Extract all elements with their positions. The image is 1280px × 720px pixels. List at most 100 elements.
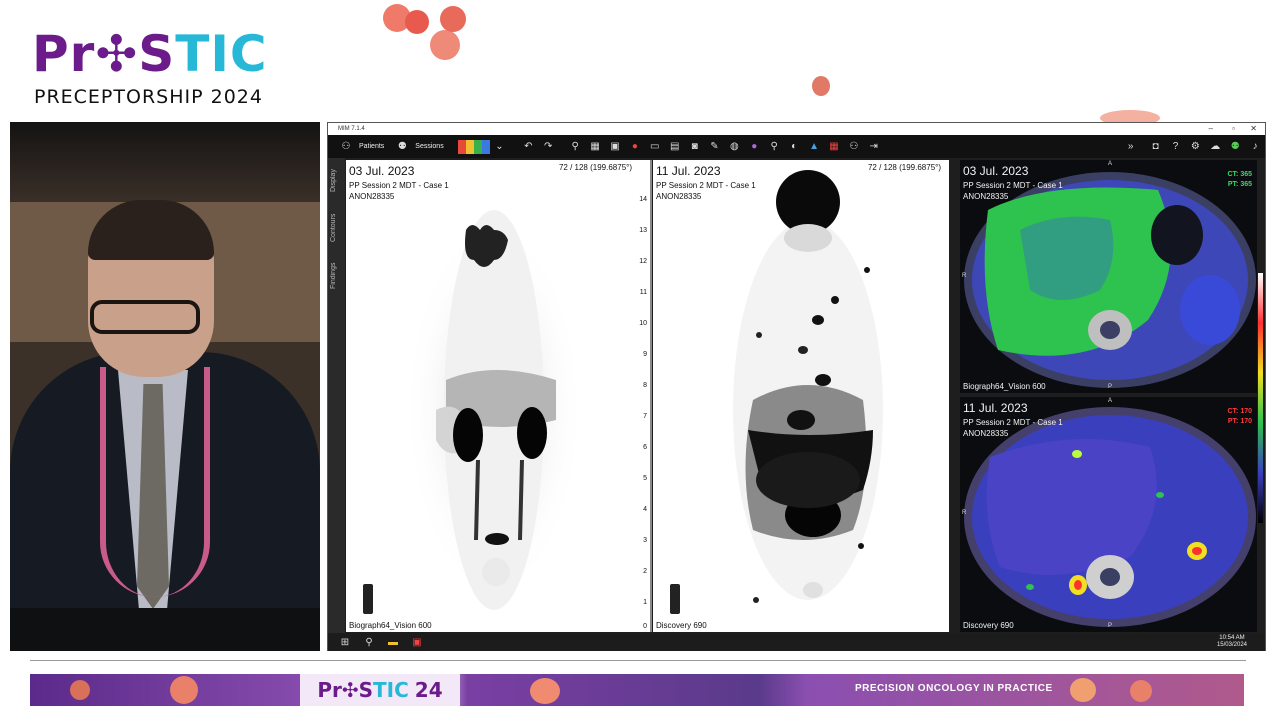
title-bar: MIM 7.1.4 – ▫ ✕ xyxy=(328,123,1265,135)
speaker-glasses xyxy=(90,300,200,334)
maximize-icon[interactable]: ▫ xyxy=(1232,123,1235,135)
banner-logo-year: 24 xyxy=(414,678,443,702)
cloud-icon[interactable]: ☁ xyxy=(1208,140,1222,154)
logo-pros: Pr xyxy=(32,25,96,83)
scanner-name: Discovery 690 xyxy=(963,621,1014,630)
layout-selector[interactable] xyxy=(457,139,490,154)
ruler-tick: 6 xyxy=(643,444,647,451)
tab-findings[interactable]: Findings xyxy=(330,256,343,296)
session-name: PP Session 2 MDT - Case 1 xyxy=(963,418,1063,427)
decorative-cell xyxy=(1070,678,1096,702)
viewport-fused-axial-2[interactable]: 11 Jul. 2023 PP Session 2 MDT - Case 1 A… xyxy=(960,397,1257,632)
video-wall xyxy=(10,122,320,202)
minimize-icon[interactable]: – xyxy=(1209,123,1213,135)
patient-id: ANON28335 xyxy=(963,192,1009,201)
users-icon[interactable]: ⚇ xyxy=(847,140,861,154)
ruler-tick: 9 xyxy=(643,351,647,358)
fusion-icon[interactable]: ● xyxy=(747,140,761,154)
decorative-cell xyxy=(530,678,560,704)
orientation-a: A xyxy=(1108,398,1113,404)
monitor-icon[interactable]: ▭ xyxy=(648,140,662,154)
suv-ruler: 14 13 12 11 10 9 8 7 6 5 4 3 2 1 0 xyxy=(636,160,650,632)
patients-icon: ⚇ xyxy=(341,141,351,152)
decorative-cell xyxy=(170,676,198,704)
ct-window: CT: 365 xyxy=(1227,171,1252,178)
image-icon[interactable]: ▲ xyxy=(807,140,821,154)
viewport-pet-mip-2[interactable]: 11 Jul. 2023 PP Session 2 MDT - Case 1 A… xyxy=(653,160,949,632)
search-icon[interactable]: ⚲ xyxy=(568,140,582,154)
session-name: PP Session 2 MDT - Case 1 xyxy=(963,181,1063,190)
save-icon[interactable]: ▣ xyxy=(608,140,622,154)
logo-wordmark: Pr✣STIC xyxy=(32,26,268,82)
window-title: MIM 7.1.4 xyxy=(338,126,365,132)
table-icon[interactable]: ▦ xyxy=(827,140,841,154)
folder-icon[interactable]: ▬ xyxy=(386,636,400,648)
undo-icon[interactable]: ↶ xyxy=(521,140,535,154)
study-date: 11 Jul. 2023 xyxy=(963,401,1028,415)
export-icon[interactable]: ⇥ xyxy=(867,140,881,154)
screen-icon[interactable]: ▤ xyxy=(668,140,682,154)
ruler-tick: 0 xyxy=(643,623,647,630)
study-date: 03 Jul. 2023 xyxy=(349,164,415,178)
viewport-fused-axial-1[interactable]: 03 Jul. 2023 PP Session 2 MDT - Case 1 A… xyxy=(960,160,1257,393)
redo-icon[interactable]: ↷ xyxy=(541,140,555,154)
close-icon[interactable]: ✕ xyxy=(1250,123,1257,135)
capture-icon[interactable]: ◘ xyxy=(1149,140,1163,154)
orientation-p: P xyxy=(1108,623,1113,629)
decorative-cell xyxy=(440,6,466,32)
record-icon[interactable]: ● xyxy=(628,140,642,154)
start-icon[interactable]: ⊞ xyxy=(338,636,352,648)
presentation-slide: Pr✣STIC PRECEPTORSHIP 2024 MIM 7.1.4 – ▫… xyxy=(0,0,1280,720)
sphere-icon[interactable]: ◍ xyxy=(727,140,741,154)
scanner-name: Biograph64_Vision 600 xyxy=(963,382,1046,391)
windows-taskbar: ⊞ ⚲ ▬ ▣ 10:54 AM 15/03/2024 xyxy=(328,633,1265,651)
clock-date: 15/03/2024 xyxy=(1216,642,1247,648)
study-date: 03 Jul. 2023 xyxy=(963,164,1029,178)
clock-time: 10:54 AM xyxy=(1219,635,1245,641)
help-icon[interactable]: ? xyxy=(1169,140,1183,154)
settings-icon[interactable]: ⚙ xyxy=(1188,140,1202,154)
tab-contours[interactable]: Contours xyxy=(330,206,343,250)
orientation-p: P xyxy=(1108,384,1113,390)
pt-window: PT: 170 xyxy=(1227,418,1252,425)
user-icon[interactable]: ⚉ xyxy=(1228,140,1242,154)
chevron-down-icon[interactable]: ⌄ xyxy=(492,140,506,154)
ruler-tick: 3 xyxy=(643,537,647,544)
zoom-icon[interactable]: ⚲ xyxy=(767,140,781,154)
banner-logo-pros: Pr✣S xyxy=(317,678,374,702)
patients-label: Patients xyxy=(359,143,385,150)
patients-button[interactable]: ⚇ Patients xyxy=(336,140,385,154)
camera-icon[interactable]: ◙ xyxy=(688,140,702,154)
bell-icon[interactable]: ♪ xyxy=(1248,140,1262,154)
mim-app-window: MIM 7.1.4 – ▫ ✕ ⚇ Patients ⚉ Sessions ⌄ … xyxy=(327,122,1266,651)
grid-icon[interactable]: ▦ xyxy=(588,140,602,154)
tab-display[interactable]: Display xyxy=(330,162,343,200)
more-icon[interactable]: » xyxy=(1124,140,1138,154)
scanner-name: Biograph64_Vision 600 xyxy=(349,621,432,630)
pen-icon[interactable]: ✎ xyxy=(708,140,722,154)
pet-color-scale xyxy=(1258,273,1263,523)
contrast-icon[interactable]: ◐ xyxy=(787,140,801,154)
ruler-tick: 2 xyxy=(643,568,647,575)
decorative-cell xyxy=(812,76,830,96)
orientation-r: R xyxy=(962,273,967,279)
session-name: PP Session 2 MDT - Case 1 xyxy=(656,181,756,190)
main-toolbar: ⚇ Patients ⚉ Sessions ⌄ ↶ ↷ ⚲ ▦ ▣ ● ▭ ▤ … xyxy=(328,135,1265,158)
colorbar-icon xyxy=(363,584,373,614)
prostic-logo: Pr✣STIC PRECEPTORSHIP 2024 xyxy=(32,26,268,108)
pet-mip-image xyxy=(733,170,883,603)
search-icon[interactable]: ⚲ xyxy=(362,636,376,648)
sessions-button[interactable]: ⚉ Sessions xyxy=(392,140,444,154)
decorative-cell xyxy=(430,30,460,60)
ruler-tick: 10 xyxy=(639,320,647,327)
colorbar-icon xyxy=(670,584,680,614)
orientation-r: R xyxy=(962,510,967,516)
banner-slogan: PRECISION ONCOLOGY IN PRACTICE xyxy=(855,683,1053,694)
mim-app-icon[interactable]: ▣ xyxy=(410,636,424,648)
side-panel: Display Contours Findings xyxy=(328,158,345,633)
footer-banner: Pr✣S TIC 24 PRECISION ONCOLOGY IN PRACTICE xyxy=(30,674,1244,706)
speaker-lanyard xyxy=(100,367,210,597)
viewport-pet-mip-1[interactable]: 03 Jul. 2023 PP Session 2 MDT - Case 1 A… xyxy=(346,160,650,632)
ct-window: CT: 170 xyxy=(1227,408,1252,415)
viewport-splitter[interactable] xyxy=(650,160,652,632)
